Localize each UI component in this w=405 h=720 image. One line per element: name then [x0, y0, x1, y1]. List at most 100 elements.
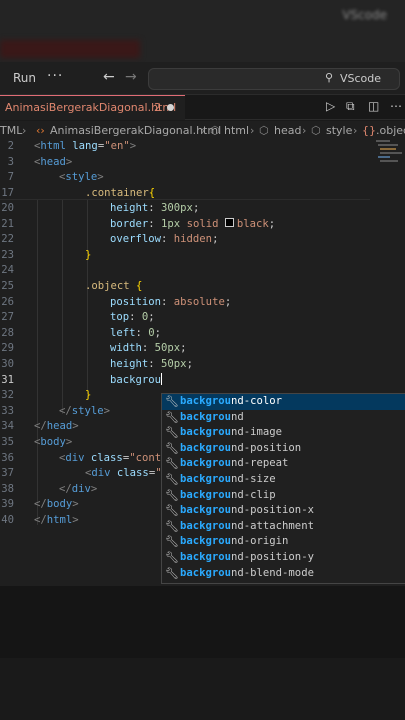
blurred-background-window: VScode — [0, 0, 405, 62]
minimap-line — [376, 140, 390, 142]
tab-problem-count: 2 — [154, 101, 161, 114]
code-line: left: 0; — [110, 326, 162, 339]
run-menu[interactable]: Run — [13, 71, 36, 85]
code-line: </head> — [34, 420, 79, 433]
suggestion-item[interactable]: 🔧︎ background-image — [162, 425, 405, 441]
chevron-right-icon: › — [250, 124, 255, 137]
minimap[interactable] — [374, 139, 405, 219]
tag-icon: ⬡ — [210, 124, 220, 137]
more-menu[interactable]: ··· — [47, 68, 63, 84]
line-number: 21 — [1, 217, 14, 230]
line-number: 26 — [1, 295, 14, 308]
breadcrumb-item[interactable]: style — [326, 124, 352, 137]
code-line: </html> — [34, 514, 79, 526]
line-number: 2 — [7, 140, 14, 152]
code-line[interactable]: <html lang="en"> — [34, 139, 136, 155]
breadcrumb-item[interactable]: .object — [376, 124, 405, 137]
breadcrumb-item[interactable]: AnimasiBergerakDiagonal.html — [50, 124, 221, 137]
suggestion-suffix: nd — [231, 410, 244, 423]
suggestion-item[interactable]: 🔧︎ background-size — [162, 472, 405, 488]
current-code-line: backgrou — [110, 372, 163, 386]
forward-arrow-icon[interactable]: → — [125, 69, 137, 85]
bottom-panel — [0, 586, 405, 658]
chevron-right-icon: › — [353, 124, 358, 137]
suggestion-item[interactable]: 🔧︎ background-blend-mode — [162, 566, 405, 582]
symbol-icon: {} — [362, 124, 376, 137]
search-text: VScode — [340, 72, 382, 85]
suggestion-item[interactable]: 🔧︎ background-repeat — [162, 456, 405, 472]
tab-filename: AnimasiBergerakDiagonal.html — [5, 101, 177, 114]
tag-icon: ⬡ — [311, 124, 321, 137]
line-number: 17 — [1, 186, 14, 199]
split-editor-icon[interactable]: ◫ — [368, 99, 379, 113]
editor-tab[interactable]: AnimasiBergerakDiagonal.html 2 — [0, 95, 185, 120]
code-line: </body> — [34, 498, 79, 511]
line-number: 3 — [7, 155, 14, 168]
wrench-icon: 🔧︎ — [165, 457, 179, 471]
sticky-scroll-header: 2 <html lang="en"> 3 <head> 7 <style> 17 .co… — [0, 139, 370, 200]
wrench-icon: 🔧︎ — [165, 519, 179, 533]
suggestion-suffix: nd-origin — [231, 535, 289, 548]
suggestion-item[interactable]: 🔧︎ background-position-y — [162, 550, 405, 566]
minimap-line — [380, 152, 402, 154]
tag-icon: ⬡ — [259, 124, 269, 137]
wrench-icon: 🔧︎ — [165, 441, 179, 455]
code-line: } — [85, 248, 92, 261]
line-number: 38 — [1, 482, 14, 495]
blurred-app-label: VScode — [342, 8, 387, 22]
breadcrumb-item[interactable]: head — [274, 124, 301, 137]
line-number: 34 — [1, 420, 14, 433]
line-number: 23 — [1, 248, 14, 261]
suggestion-item[interactable]: 🔧︎ background-position-x — [162, 503, 405, 519]
suggestion-suffix: nd-size — [231, 473, 276, 485]
back-arrow-icon[interactable]: ← — [103, 69, 115, 85]
run-icon[interactable]: ▷ — [326, 99, 335, 113]
suggestion-item[interactable]: 🔧︎ background-attachment — [162, 519, 405, 535]
line-number: 39 — [1, 498, 14, 511]
suggestion-item[interactable]: 🔧︎ background — [162, 410, 405, 426]
code-line: overflow: hidden; — [110, 233, 219, 246]
suggestion-item[interactable]: 🔧︎ background-origin — [162, 534, 405, 550]
chevron-right-icon: › — [22, 124, 27, 137]
color-swatch-icon[interactable] — [224, 217, 234, 227]
breadcrumb-item[interactable]: TML — [0, 124, 22, 137]
suggestion-suffix: nd-color — [231, 395, 283, 407]
minimap-line — [378, 156, 390, 158]
more-actions-icon[interactable]: ⋯ — [390, 99, 402, 113]
code-line: <div class="cont — [59, 451, 162, 464]
suggestion-suffix: nd-repeat — [231, 457, 289, 470]
wrench-icon: 🔧︎ — [165, 410, 179, 424]
suggestion-item[interactable]: 🔧︎ background-clip — [162, 488, 405, 504]
wrench-icon: 🔧︎ — [165, 535, 179, 549]
wrench-icon: 🔧︎ — [165, 426, 179, 440]
breadcrumb-item[interactable]: html — [224, 124, 249, 137]
unsaved-dot-icon[interactable] — [167, 104, 174, 111]
tab-bar: AnimasiBergerakDiagonal.html 2 ▷ ⧉ ◫ ⋯ — [0, 95, 405, 120]
suggestion-item[interactable]: 🔧︎ background-color — [162, 394, 405, 410]
suggestion-item[interactable]: 🔧︎ background-position — [162, 441, 405, 457]
line-number: 31 — [1, 373, 14, 386]
wrench-icon: 🔧︎ — [165, 473, 179, 486]
line-number: 24 — [1, 264, 14, 277]
open-preview-icon[interactable]: ⧉ — [346, 99, 355, 114]
wrench-icon: 🔧︎ — [165, 395, 179, 408]
wrench-icon: 🔧︎ — [165, 566, 179, 580]
line-number: 40 — [1, 514, 14, 526]
code-line[interactable]: <style> — [59, 170, 104, 186]
code-line[interactable]: <head> — [34, 155, 72, 171]
wrench-icon: 🔧︎ — [165, 488, 179, 502]
suggestion-widget[interactable]: 🔧︎ background-color 🔧︎ background 🔧︎ backgr… — [161, 393, 405, 584]
command-center-search[interactable]: ⚲ VScode — [148, 68, 400, 90]
code-line: position: absolute; — [110, 295, 232, 308]
minimap-line — [378, 144, 398, 146]
chevron-right-icon: › — [302, 124, 307, 137]
line-number: 20 — [1, 202, 14, 214]
line-number: 32 — [1, 389, 14, 402]
text-cursor — [161, 372, 163, 385]
wrench-icon: 🔧︎ — [165, 551, 179, 564]
minimap-line — [380, 160, 398, 162]
suggestion-suffix: nd-position-y — [231, 551, 314, 563]
line-number: 28 — [1, 326, 14, 339]
code-line: width: 50px; — [110, 342, 187, 355]
code-line[interactable]: .container{ — [85, 186, 155, 202]
